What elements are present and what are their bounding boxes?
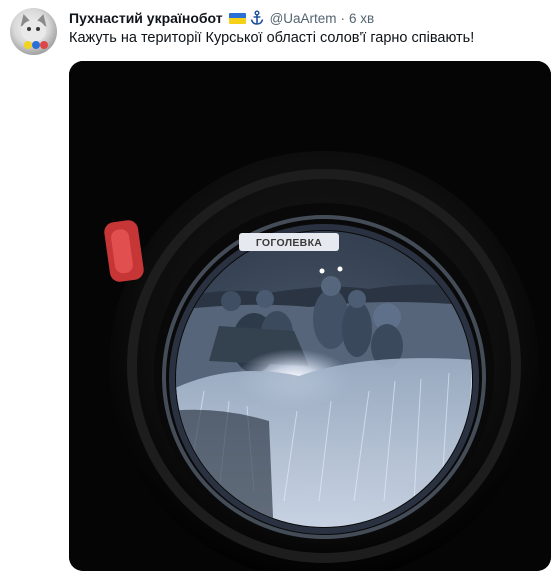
avatar[interactable] — [10, 8, 57, 55]
tweet[interactable]: Пухнастий українобот @UaArtem · 6 хв Каж… — [0, 0, 560, 577]
sign-text: ГОГОЛЕВКА — [256, 237, 322, 249]
tweet-media[interactable]: ГОГОЛЕВКА — [69, 61, 551, 571]
tweet-text: Кажуть на території Курської області сол… — [69, 30, 475, 46]
user-handle[interactable]: @UaArtem — [270, 11, 337, 26]
tweet-header: Пухнастий українобот @UaArtem · 6 хв — [69, 8, 374, 28]
timestamp[interactable]: 6 хв — [349, 11, 374, 26]
display-name[interactable]: Пухнастий українобот — [69, 10, 223, 26]
separator-dot: · — [340, 10, 346, 26]
night-vision-photo: ГОГОЛЕВКА — [69, 61, 551, 571]
ukraine-flag-icon — [228, 12, 246, 24]
anchor-icon — [250, 10, 263, 25]
